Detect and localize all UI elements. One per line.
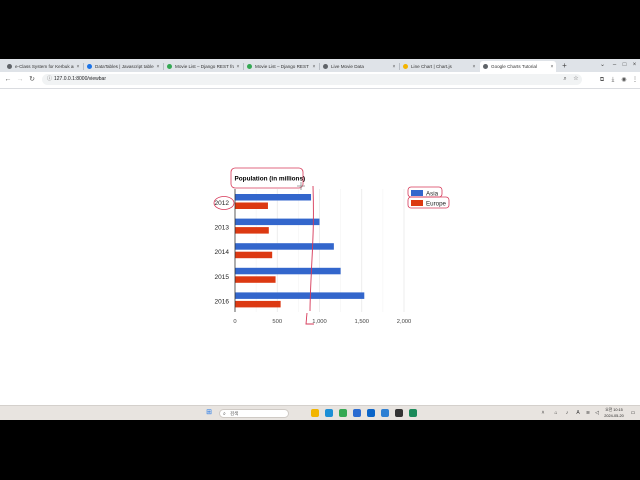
x-tick-label: 1,000 xyxy=(312,319,327,325)
close-tab-icon[interactable]: × xyxy=(154,64,162,70)
wifi-icon[interactable]: ≋ xyxy=(585,409,591,418)
search-icon: ⌕ xyxy=(223,411,226,417)
plus-icon[interactable]: + xyxy=(560,61,569,70)
category-label: 2016 xyxy=(215,298,230,305)
browser-window: e-Class System for Kerbuk and Us... × Da… xyxy=(0,59,640,420)
tab-strip: e-Class System for Kerbuk and Us... × Da… xyxy=(0,59,640,72)
browser-tab[interactable]: e-Class System for Kerbuk and Us... × xyxy=(4,61,82,72)
mail-icon[interactable] xyxy=(367,409,375,417)
volume-icon[interactable]: ◁ xyxy=(594,409,600,418)
download-icon[interactable]: ⤓ xyxy=(608,75,618,85)
url-text[interactable]: 127.0.0.1:8000/viewbar xyxy=(54,74,106,85)
network-icon[interactable]: ⌂ xyxy=(553,409,559,418)
tab-title: Movie List – Django REST frame... xyxy=(255,64,310,69)
file-explorer-icon[interactable] xyxy=(311,409,319,417)
profile-avatar-icon[interactable]: ◉ xyxy=(619,75,629,85)
page-content: 2012 2013 2014 2015 2016 0 500 1,000 1,500 2,000 P… xyxy=(0,89,640,405)
forward-arrow-icon[interactable]: → xyxy=(15,75,25,85)
chevron-down-icon[interactable]: ⌄ xyxy=(598,61,607,70)
minimize-icon[interactable]: – xyxy=(610,61,619,70)
tab-title: Movie List – Django REST frame... xyxy=(175,64,234,69)
bookmark-star-icon[interactable]: ☆ xyxy=(572,75,580,84)
chevron-up-icon[interactable]: ˄ xyxy=(540,409,546,418)
bar-europe-2014 xyxy=(235,251,273,259)
close-tab-icon[interactable]: × xyxy=(310,64,318,70)
back-arrow-icon[interactable]: ← xyxy=(3,75,13,85)
x-tick-label: 500 xyxy=(272,319,282,325)
legend-label: Asia xyxy=(426,191,439,198)
bar-europe-2013 xyxy=(235,227,269,234)
zoom-icon[interactable]: ⌕ xyxy=(561,75,569,84)
close-tab-icon[interactable]: × xyxy=(470,64,478,70)
category-label: 2015 xyxy=(215,274,230,281)
legend-label: Europe xyxy=(426,201,447,208)
store-icon[interactable] xyxy=(353,409,361,417)
site-info-icon[interactable]: ⓘ xyxy=(47,76,53,82)
tab-favicon-icon xyxy=(247,64,252,69)
address-bar-row: ← → ↻ ⓘ 127.0.0.1:8000/viewbar ⌕ ☆ ⧉ ⤓ ◉… xyxy=(0,72,640,89)
browser-tab[interactable]: DataTables | Javascript table libr... × xyxy=(84,61,162,72)
taskbar-clock[interactable]: 오전 10:15 2024-05-20 xyxy=(602,407,626,419)
reload-icon[interactable]: ↻ xyxy=(27,75,37,85)
notifications-icon[interactable]: ▭ xyxy=(630,409,636,418)
bar-europe-2016 xyxy=(235,300,281,308)
menu-icon[interactable]: ⋮ xyxy=(630,75,640,85)
pycharm-icon[interactable] xyxy=(409,409,417,417)
x-tick-label: 1,500 xyxy=(354,319,369,325)
x-tick-label: 2,000 xyxy=(397,319,412,325)
x-tick-label: 0 xyxy=(233,319,236,325)
tab-favicon-icon xyxy=(167,64,172,69)
tab-favicon-icon xyxy=(7,64,12,69)
chart-title: Population (in millions) xyxy=(235,176,306,183)
bar-chart: 2012 2013 2014 2015 2016 0 500 1,000 1,500 2,000 P… xyxy=(213,167,450,325)
close-tab-icon[interactable]: × xyxy=(234,64,242,70)
chrome-icon[interactable] xyxy=(339,409,347,417)
tab-title: e-Class System for Kerbuk and Us... xyxy=(15,64,74,69)
language-icon[interactable]: A xyxy=(575,409,581,418)
browser-tab[interactable]: Movie List – Django REST frame... × xyxy=(164,61,242,72)
tab-favicon-icon xyxy=(483,64,488,69)
legend-swatch-asia xyxy=(411,190,423,196)
close-window-icon[interactable]: × xyxy=(630,61,639,70)
bar-asia-2012 xyxy=(235,194,312,201)
bar-asia-2015 xyxy=(235,267,341,275)
close-tab-icon[interactable]: × xyxy=(390,64,398,70)
bar-asia-2014 xyxy=(235,243,334,250)
browser-tab[interactable]: Live Movie Data × xyxy=(320,61,398,72)
vscode-icon[interactable] xyxy=(381,409,389,417)
close-tab-icon[interactable]: × xyxy=(74,64,82,70)
cursor-crosshair-icon xyxy=(297,182,305,190)
browser-tab[interactable]: Movie List – Django REST frame... × xyxy=(244,61,318,72)
maximize-icon[interactable]: □ xyxy=(620,61,629,70)
tab-favicon-icon xyxy=(403,64,408,69)
legend-swatch-europe xyxy=(411,200,423,206)
edge-icon[interactable] xyxy=(325,409,333,417)
bar-europe-2012 xyxy=(235,202,268,209)
bar-asia-2016 xyxy=(235,292,365,299)
terminal-icon[interactable] xyxy=(395,409,403,417)
browser-tab[interactable]: Line Chart | Chart.js × xyxy=(400,61,478,72)
close-tab-icon[interactable]: × xyxy=(548,64,556,70)
category-label: 2012 xyxy=(215,200,230,207)
bar-asia-2013 xyxy=(235,218,320,226)
tab-favicon-icon xyxy=(87,64,92,69)
taskbar-search-box[interactable]: ⌕ 검색 xyxy=(219,409,289,418)
taskbar: ⊞ ⌕ 검색 ˄ ⌂ ♪ A ≋ ◁ 오전 10:15 2024-05-20 ▭ xyxy=(0,405,640,420)
microphone-icon[interactable]: ♪ xyxy=(564,409,570,418)
address-bar[interactable]: ⓘ 127.0.0.1:8000/viewbar ⌕ ☆ xyxy=(42,74,582,85)
tab-title: Google Charts Tutorial xyxy=(491,64,537,69)
category-label: 2014 xyxy=(215,249,230,256)
tab-title: Live Movie Data xyxy=(331,64,364,69)
tab-title: Line Chart | Chart.js xyxy=(411,64,452,69)
browser-tab-active[interactable]: Google Charts Tutorial × xyxy=(480,61,556,72)
search-placeholder: 검색 xyxy=(230,411,239,416)
tab-title: DataTables | Javascript table libr... xyxy=(95,64,154,69)
clock-date: 2024-05-20 xyxy=(604,414,624,418)
windows-start-icon[interactable]: ⊞ xyxy=(205,409,213,417)
extensions-icon[interactable]: ⧉ xyxy=(597,75,607,85)
category-label: 2013 xyxy=(215,225,230,232)
bar-europe-2015 xyxy=(235,276,276,283)
tab-favicon-icon xyxy=(323,64,328,69)
